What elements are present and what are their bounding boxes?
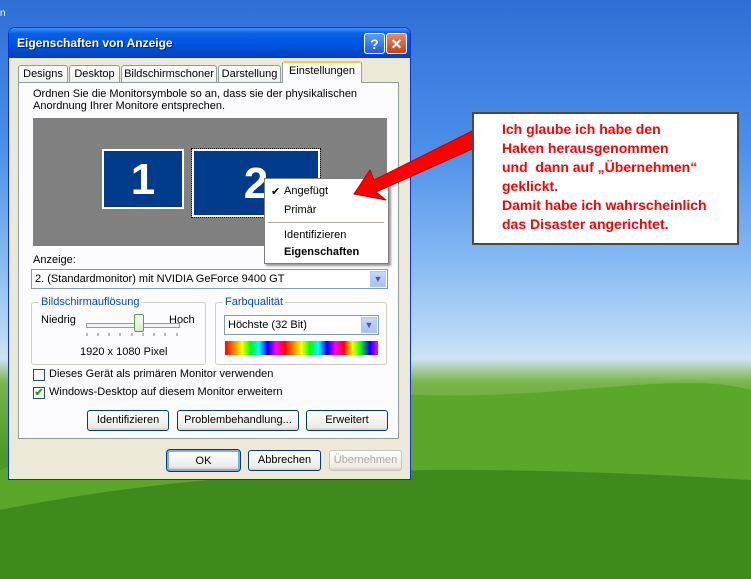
checkmark-icon: ✔ xyxy=(271,186,281,198)
resolution-group-title: Bildschirmauflösung xyxy=(39,296,142,308)
tab-designs[interactable]: Designs xyxy=(18,65,68,83)
menu-item-identify[interactable]: Identifizieren xyxy=(284,229,346,241)
resolution-value: 1920 x 1080 Pixel xyxy=(80,346,168,358)
tab-settings[interactable]: Einstellungen xyxy=(282,61,362,83)
title-bar[interactable]: Eigenschaften von Anzeige ? ✕ xyxy=(9,28,410,58)
advanced-button[interactable]: Erweitert xyxy=(306,410,388,431)
chevron-down-icon[interactable]: ▼ xyxy=(361,317,377,333)
color-quality-select[interactable]: Höchste (32 Bit) ▼ xyxy=(224,315,379,335)
close-button[interactable]: ✕ xyxy=(386,33,407,54)
troubleshoot-button[interactable]: Problembehandlung... xyxy=(177,410,299,431)
menu-separator xyxy=(268,222,384,223)
menu-item-primary[interactable]: Primär xyxy=(284,204,316,216)
cancel-button[interactable]: Abbrechen xyxy=(248,450,321,471)
display-label: Anzeige: xyxy=(33,254,76,266)
annotation-callout: Ich glaube ich habe den Haken herausgeno… xyxy=(472,112,739,245)
ok-button[interactable]: OK xyxy=(166,449,241,472)
menu-item-properties[interactable]: Eigenschaften xyxy=(284,246,359,258)
desktop-icon-fragment[interactable]: n xyxy=(0,8,6,19)
extend-desktop-label[interactable]: Windows-Desktop auf diesem Monitor erwei… xyxy=(49,386,283,398)
arrangement-description: Ordnen Sie die Monitorsymbole so an, das… xyxy=(33,88,358,112)
tab-screensaver[interactable]: Bildschirmschoner xyxy=(121,65,217,83)
extend-desktop-checkbox[interactable]: ✔ xyxy=(33,387,45,399)
slider-ticks xyxy=(86,333,178,336)
tab-appearance[interactable]: Darstellung xyxy=(218,65,281,83)
display-select-value: 2. (Standardmonitor) mit NVIDIA GeForce … xyxy=(35,273,285,285)
primary-monitor-label[interactable]: Dieses Gerät als primären Monitor verwen… xyxy=(49,368,273,380)
resolution-low-label: Niedrig xyxy=(41,314,76,326)
chevron-down-icon[interactable]: ▼ xyxy=(370,271,386,287)
color-quality-value: Höchste (32 Bit) xyxy=(228,319,307,331)
color-quality-group-title: Farbqualität xyxy=(223,296,286,308)
primary-monitor-checkbox[interactable] xyxy=(33,369,45,381)
display-select[interactable]: 2. (Standardmonitor) mit NVIDIA GeForce … xyxy=(31,269,388,289)
window-title: Eigenschaften von Anzeige xyxy=(17,36,173,50)
help-button[interactable]: ? xyxy=(364,33,385,54)
annotation-text: Ich glaube ich habe den Haken herausgeno… xyxy=(502,121,707,232)
monitor-1[interactable]: 1 xyxy=(102,149,184,209)
apply-button[interactable]: Übernehmen xyxy=(329,450,402,471)
tab-desktop[interactable]: Desktop xyxy=(69,65,120,83)
resolution-slider-track[interactable] xyxy=(86,323,180,328)
menu-item-attached[interactable]: Angefügt xyxy=(284,185,328,197)
color-spectrum-bar xyxy=(225,341,378,355)
resolution-slider-thumb[interactable] xyxy=(134,314,144,332)
identify-button[interactable]: Identifizieren xyxy=(87,410,169,431)
